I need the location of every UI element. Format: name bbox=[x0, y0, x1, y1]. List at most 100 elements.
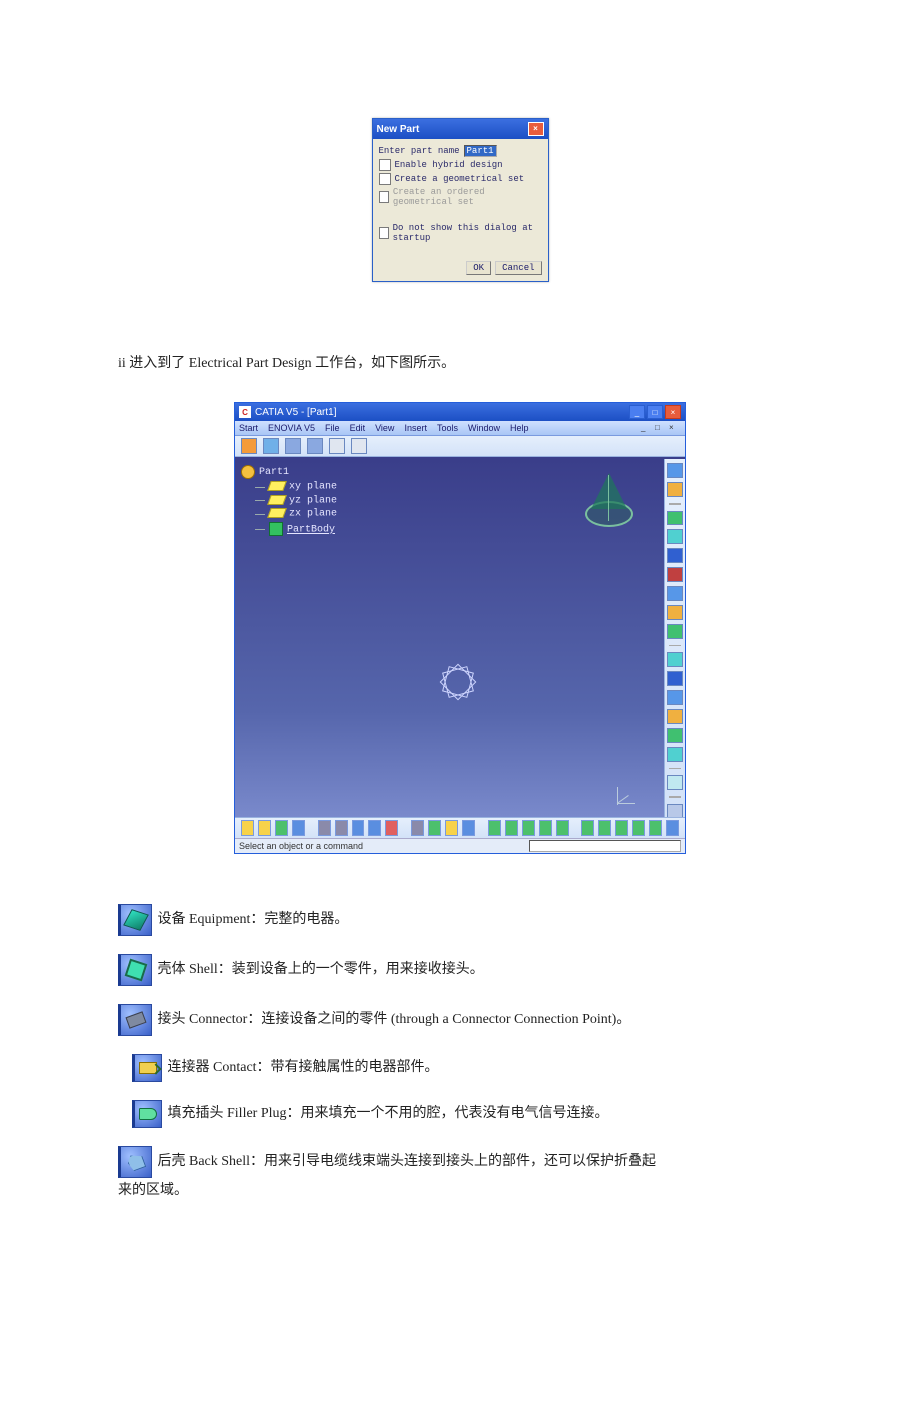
tool-icon[interactable] bbox=[275, 820, 288, 836]
minimize-icon[interactable]: _ bbox=[629, 405, 645, 419]
tool-icon[interactable] bbox=[428, 820, 441, 836]
tool-icon[interactable] bbox=[462, 820, 475, 836]
tool-icon[interactable] bbox=[539, 820, 552, 836]
mdi-restore-icon[interactable]: □ bbox=[655, 423, 667, 433]
tool-icon[interactable] bbox=[667, 747, 683, 762]
tool-icon[interactable] bbox=[667, 463, 683, 478]
tool-icon[interactable] bbox=[318, 820, 331, 836]
tree-label: zx plane bbox=[289, 509, 337, 520]
shell-def: 壳体 Shell：装到设备上的一个零件，用来接收接头。 bbox=[158, 962, 484, 977]
menu-start[interactable]: Start bbox=[239, 423, 258, 433]
tool-icon[interactable] bbox=[632, 820, 645, 836]
workbench-icon[interactable] bbox=[241, 438, 257, 454]
catia-title-text: CATIA V5 - [Part1] bbox=[255, 407, 337, 418]
tool-icon[interactable] bbox=[667, 529, 683, 544]
toolbar-icon[interactable] bbox=[307, 438, 323, 454]
dialog-titlebar: New Part × bbox=[373, 119, 548, 139]
close-icon[interactable]: × bbox=[665, 405, 681, 419]
hybrid-checkbox[interactable] bbox=[379, 159, 391, 171]
tool-icon[interactable] bbox=[581, 820, 594, 836]
tool-icon[interactable] bbox=[335, 820, 348, 836]
menu-help[interactable]: Help bbox=[510, 423, 529, 433]
enter-part-name-label: Enter part name bbox=[379, 146, 460, 156]
tool-icon[interactable] bbox=[556, 820, 569, 836]
shell-icon bbox=[118, 954, 152, 986]
body-paragraph-1: ii 进入到了 Electrical Part Design 工作台，如下图所示… bbox=[118, 352, 920, 372]
mdi-close-icon[interactable]: × bbox=[669, 423, 681, 433]
menu-enovia[interactable]: ENOVIA V5 bbox=[268, 423, 315, 433]
menu-view[interactable]: View bbox=[375, 423, 394, 433]
tool-icon[interactable] bbox=[615, 820, 628, 836]
separator bbox=[669, 503, 681, 505]
tool-icon[interactable] bbox=[667, 511, 683, 526]
tool-icon[interactable] bbox=[667, 586, 683, 601]
viewport[interactable]: Part1 xy plane yz plane zx plane PartBod… bbox=[235, 459, 665, 819]
tree-root-label[interactable]: Part1 bbox=[259, 467, 289, 478]
tool-icon[interactable] bbox=[667, 567, 683, 582]
mdi-minimize-icon[interactable]: _ bbox=[641, 423, 653, 433]
geomset-label: Create a geometrical set bbox=[395, 174, 525, 184]
tool-icon[interactable] bbox=[667, 482, 683, 497]
tree-label: xy plane bbox=[289, 482, 337, 493]
ordered-checkbox bbox=[379, 191, 389, 203]
dontshow-checkbox[interactable] bbox=[379, 227, 389, 239]
cancel-button[interactable]: Cancel bbox=[495, 261, 541, 275]
close-icon[interactable]: × bbox=[528, 122, 544, 136]
tool-icon[interactable] bbox=[667, 624, 683, 639]
toolbar-icon[interactable] bbox=[263, 438, 279, 454]
contact-icon bbox=[132, 1054, 162, 1082]
ok-button[interactable]: OK bbox=[466, 261, 491, 275]
contact-def: 连接器 Contact：带有接触属性的电器部件。 bbox=[168, 1060, 439, 1075]
tool-icon[interactable] bbox=[411, 820, 424, 836]
tool-icon[interactable] bbox=[385, 820, 398, 836]
menu-tools[interactable]: Tools bbox=[437, 423, 458, 433]
toolbar-icon[interactable] bbox=[285, 438, 301, 454]
connector-def: 接头 Connector：连接设备之间的零件 (through a Connec… bbox=[158, 1012, 631, 1027]
tree-label: PartBody bbox=[287, 525, 335, 536]
back-shell-icon bbox=[118, 1146, 152, 1178]
catia-app-icon: C bbox=[239, 406, 251, 418]
menu-window[interactable]: Window bbox=[468, 423, 500, 433]
tool-icon[interactable] bbox=[445, 820, 458, 836]
menu-edit[interactable]: Edit bbox=[350, 423, 366, 433]
tool-icon[interactable] bbox=[667, 775, 683, 790]
tool-icon[interactable] bbox=[488, 820, 501, 836]
origin-planes-icon[interactable] bbox=[435, 659, 479, 703]
separator bbox=[669, 796, 681, 798]
tool-icon[interactable] bbox=[667, 709, 683, 724]
command-input[interactable] bbox=[529, 840, 681, 852]
tool-icon[interactable] bbox=[666, 820, 679, 836]
tool-icon[interactable] bbox=[598, 820, 611, 836]
tool-icon[interactable] bbox=[352, 820, 365, 836]
tool-icon[interactable] bbox=[667, 728, 683, 743]
tool-icon[interactable] bbox=[649, 820, 662, 836]
menu-insert[interactable]: Insert bbox=[404, 423, 427, 433]
part-name-input[interactable]: Part1 bbox=[464, 145, 497, 157]
tool-icon[interactable] bbox=[522, 820, 535, 836]
tool-icon[interactable] bbox=[241, 820, 254, 836]
tool-icon[interactable] bbox=[505, 820, 518, 836]
filler-def: 填充插头 Filler Plug：用来填充一个不用的腔，代表没有电气信号连接。 bbox=[168, 1106, 609, 1121]
toolbar-icon[interactable] bbox=[329, 438, 345, 454]
equipment-def: 设备 Equipment：完整的电器。 bbox=[158, 912, 349, 927]
new-part-dialog: New Part × Enter part name Part1 Enable … bbox=[372, 118, 549, 282]
tool-icon[interactable] bbox=[258, 820, 271, 836]
tool-icon[interactable] bbox=[292, 820, 305, 836]
hybrid-label: Enable hybrid design bbox=[395, 160, 503, 170]
tool-icon[interactable] bbox=[667, 652, 683, 667]
equipment-icon bbox=[118, 904, 152, 936]
catia-titlebar: C CATIA V5 - [Part1] _ □ × bbox=[235, 403, 685, 421]
separator bbox=[669, 768, 681, 770]
backshell-def: 后壳 Back Shell：用来引导电缆线束端头连接到接头上的部件，还可以保护折… bbox=[158, 1154, 657, 1169]
compass-icon[interactable] bbox=[581, 473, 635, 527]
backshell-def-cont: 来的区域。 bbox=[118, 1178, 802, 1203]
geomset-checkbox[interactable] bbox=[379, 173, 391, 185]
tool-icon[interactable] bbox=[667, 605, 683, 620]
maximize-icon[interactable]: □ bbox=[647, 405, 663, 419]
tool-icon[interactable] bbox=[368, 820, 381, 836]
menu-file[interactable]: File bbox=[325, 423, 340, 433]
tool-icon[interactable] bbox=[667, 690, 683, 705]
tool-icon[interactable] bbox=[667, 671, 683, 686]
toolbar-icon[interactable] bbox=[351, 438, 367, 454]
tool-icon[interactable] bbox=[667, 548, 683, 563]
